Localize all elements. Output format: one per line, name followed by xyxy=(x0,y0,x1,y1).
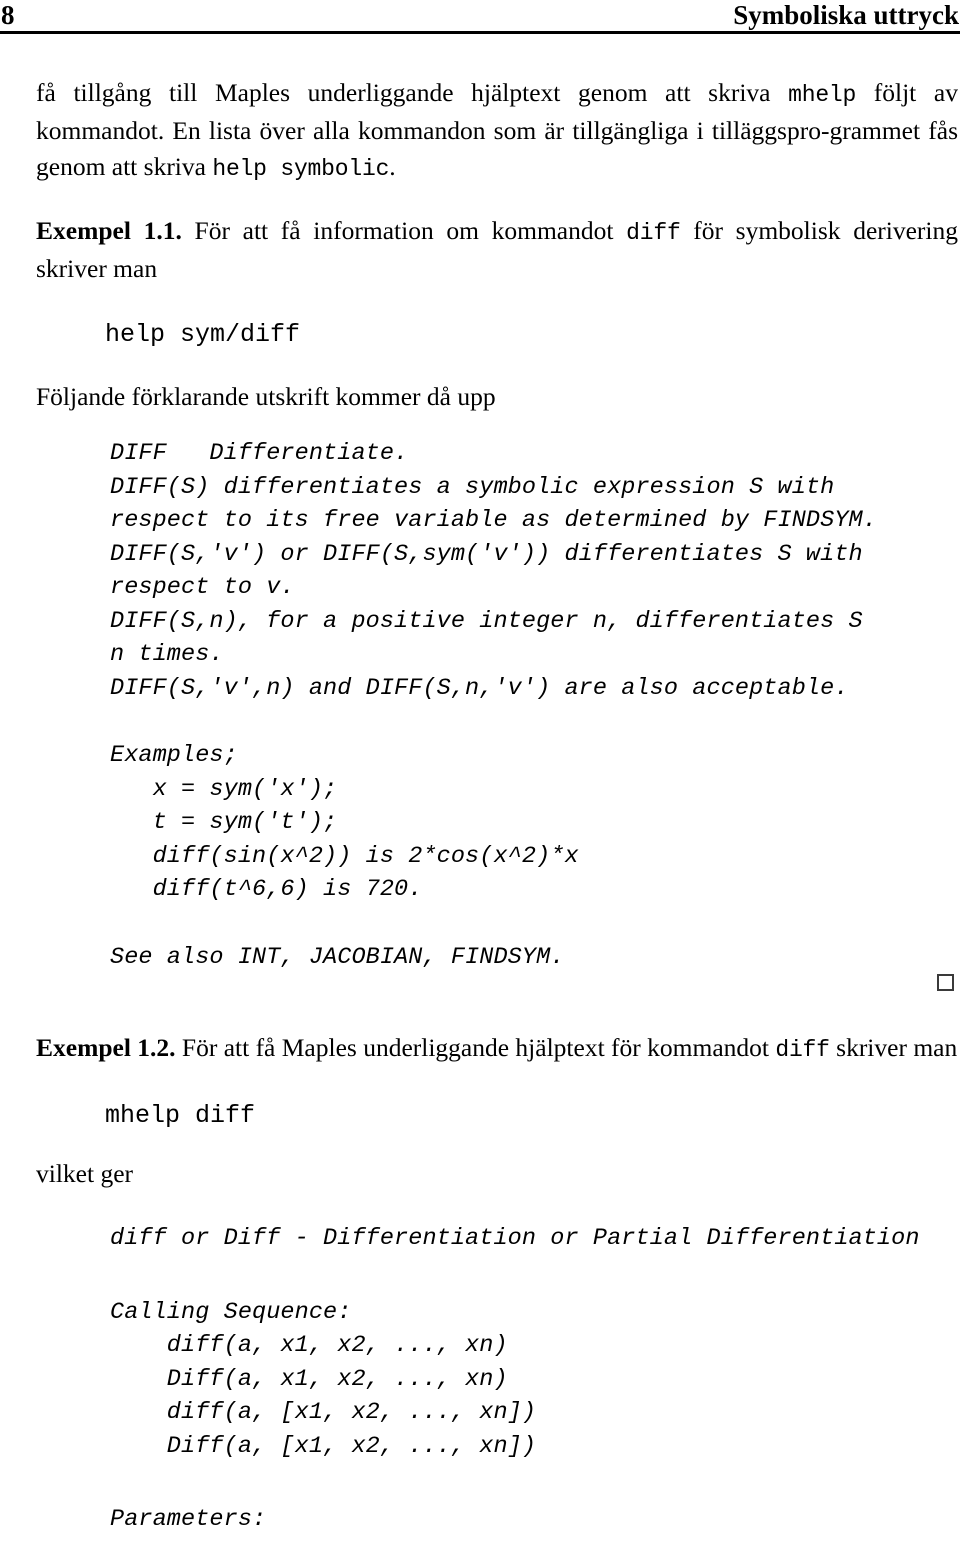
example-1-verbatim-line: DIFF(S,'v',n) and DIFF(S,n,'v') are also… xyxy=(110,674,849,702)
example-1-examples-line: diff(t^6,6) is 720. xyxy=(110,876,423,903)
example-1-verbatim-line: DIFF(S,'v') or DIFF(S,sym('v')) differen… xyxy=(110,540,863,568)
example-1-verbatim-line: DIFF(S,n), for a positive integer n, dif… xyxy=(110,607,863,635)
example-1-examples-line: Examples; xyxy=(110,742,238,769)
example-1-code-diff: diff xyxy=(626,220,681,246)
example-1-examples-line: t = sym('t'); xyxy=(110,809,338,836)
intro-paragraph: få tillgång till Maples underliggande hj… xyxy=(36,75,958,187)
example-1-examples-line: x = sym('x'); xyxy=(110,775,338,803)
page-header: 8 Symboliska uttryck xyxy=(0,0,960,34)
example-1-command: help sym/diff xyxy=(105,320,301,349)
intro-text-3: . xyxy=(389,152,396,181)
example-1-text-1: För att få information om kommandot xyxy=(181,216,627,245)
example-1-verbatim-line: DIFF Differentiate. xyxy=(110,440,409,467)
intro-code-help-symbolic: help symbolic xyxy=(212,156,390,182)
example-2-parameters-header: Parameters: xyxy=(110,1506,267,1533)
example-2-calling-sequence-line: diff(a, x1, x2, ..., xn) xyxy=(110,1332,508,1359)
example-2-text-1: För att få Maples underliggande hjälptex… xyxy=(175,1033,776,1062)
intro-code-mhelp: mhelp xyxy=(788,82,857,108)
example-2-code-diff: diff xyxy=(775,1037,830,1063)
chapter-title: Symboliska uttryck xyxy=(733,0,959,30)
example-2-heading-paragraph: Exempel 1.2. För att få Maples underligg… xyxy=(36,1030,958,1068)
example-2-calling-sequence-line: Diff(a, [x1, x2, ..., xn]) xyxy=(110,1432,537,1460)
example-1-end-marker-row xyxy=(36,974,958,1000)
example-2-calling-sequence-header: Calling Sequence: xyxy=(110,1298,352,1326)
example-1-examples-line: diff(sin(x^2)) is 2*cos(x^2)*x xyxy=(110,842,579,870)
page-number: 8 xyxy=(1,0,15,30)
example-1-heading-paragraph: Exempel 1.1. För att få information om k… xyxy=(36,213,958,287)
example-2-lead-out: vilket ger xyxy=(36,1159,134,1188)
example-2-calling-sequence-line: diff(a, [x1, x2, ..., xn]) xyxy=(110,1399,537,1426)
example-1-verbatim-line: respect to its free variable as determin… xyxy=(110,507,877,534)
example-1-verbatim-line: DIFF(S) differentiates a symbolic expres… xyxy=(110,473,835,501)
example-1-verbatim-line: respect to v. xyxy=(110,574,295,601)
example-2-calling-sequence-line: Diff(a, x1, x2, ..., xn) xyxy=(110,1365,508,1393)
document-page: 8 Symboliska uttryck få tillgång till Ma… xyxy=(0,0,960,1541)
example-2-text-2: skriver man xyxy=(829,1033,958,1062)
example-2-label: Exempel 1.2. xyxy=(36,1033,176,1062)
intro-text-1: få tillgång till Maples underliggande hj… xyxy=(36,78,789,107)
example-1-see-also: See also INT, JACOBIAN, FINDSYM. xyxy=(110,943,565,971)
example-1-label: Exempel 1.1. xyxy=(36,216,182,245)
header-rule xyxy=(0,31,960,34)
example-1-verbatim-line: n times. xyxy=(110,641,224,668)
page-body: få tillgång till Maples underliggande hj… xyxy=(36,75,958,1541)
qed-square-icon xyxy=(937,974,954,991)
example-2-title-line: diff or Diff - Differentiation or Partia… xyxy=(110,1225,920,1252)
example-2-parameters-line: a - an algebraic expression xyxy=(36,1537,958,1541)
example-2-command: mhelp diff xyxy=(105,1101,256,1130)
example-1-lead-out: Följande förklarande utskrift kommer då … xyxy=(36,382,496,411)
